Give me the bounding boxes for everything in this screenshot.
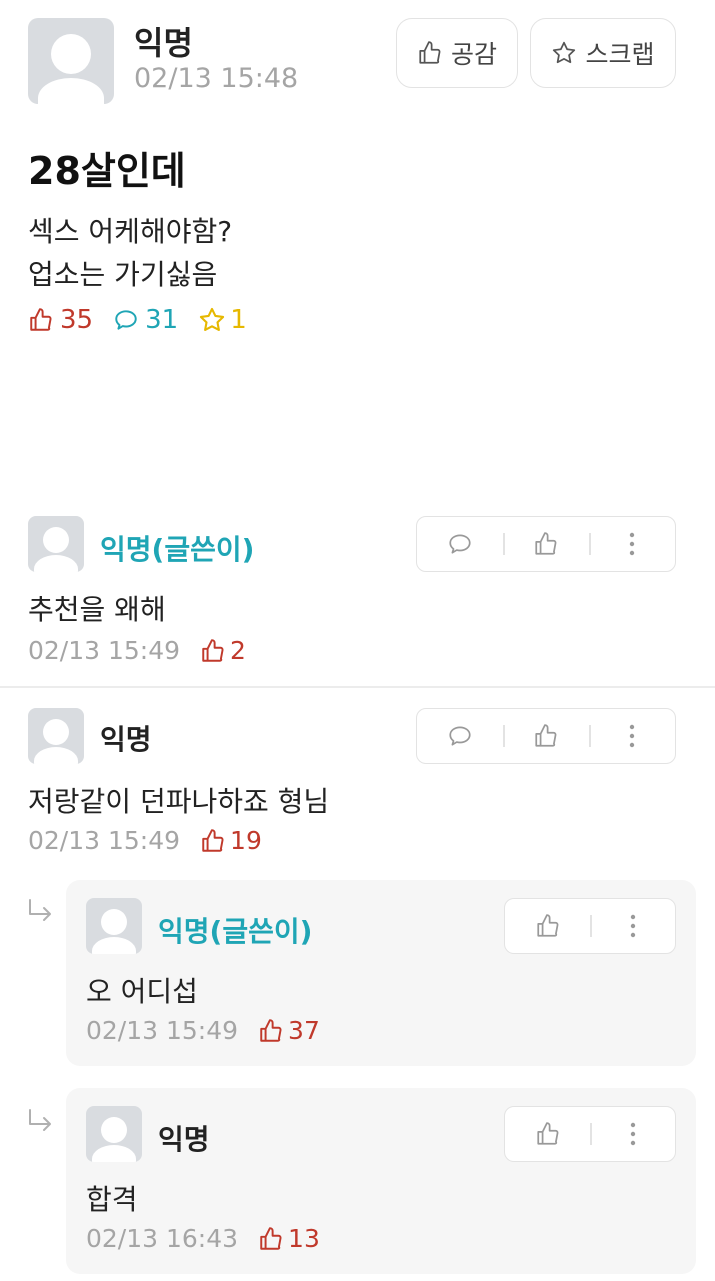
post-body-line-1: 섹스 어케해야함? xyxy=(28,215,233,248)
post-stats: 35 31 1 xyxy=(28,305,247,335)
post-scrap-count: 1 xyxy=(230,305,247,335)
reply-like-count: 37 xyxy=(288,1016,320,1045)
comment-timestamp: 02/13 15:49 xyxy=(28,636,181,665)
post-like-count: 35 xyxy=(60,305,94,335)
thumbs-up-icon xyxy=(536,914,558,937)
thumbs-up-icon xyxy=(260,1018,282,1042)
reply-more-button[interactable] xyxy=(590,899,675,953)
comment-meta: 02/13 15:49 19 xyxy=(28,826,262,855)
comment-avatar xyxy=(28,708,84,764)
thumbs-up-icon xyxy=(202,828,224,852)
speech-bubble-icon xyxy=(449,726,471,746)
reply-arrow-icon xyxy=(29,899,51,921)
comment-actions xyxy=(416,708,676,764)
comment-text: 추천을 왜해 xyxy=(28,593,166,626)
comment-reply-button[interactable] xyxy=(417,517,503,571)
post-scrap-button[interactable]: 스크랩 xyxy=(530,18,676,88)
thumbs-up-icon xyxy=(260,1226,282,1250)
reply-like-button[interactable] xyxy=(505,899,590,953)
comment-more-button[interactable] xyxy=(589,709,675,763)
comment-author: 익명(글쓴이) xyxy=(100,533,255,566)
comment-text: 저랑같이 던파나하죠 형님 xyxy=(28,785,330,818)
thumbs-up-icon xyxy=(202,638,224,662)
reply-author: 익명(글쓴이) xyxy=(158,915,313,948)
post-author: 익명 xyxy=(134,24,193,62)
reply-like-count: 13 xyxy=(288,1224,320,1253)
post-title: 28살인데 xyxy=(28,149,186,193)
reply-actions xyxy=(504,898,676,954)
reply-timestamp: 02/13 15:49 xyxy=(86,1016,239,1045)
thumbs-up-icon xyxy=(535,724,557,747)
comment-avatar xyxy=(28,516,84,572)
vertical-dots-icon xyxy=(629,532,635,556)
comment-divider xyxy=(0,686,715,688)
vertical-dots-icon xyxy=(630,914,635,938)
reply-container: 익명 합격 02/13 16:43 13 xyxy=(66,1088,696,1274)
reply-likes: 37 xyxy=(258,1016,320,1045)
comment-author: 익명 xyxy=(100,723,152,756)
post-comment-count: 31 xyxy=(145,305,179,335)
reply-more-button[interactable] xyxy=(590,1107,675,1161)
post-avatar xyxy=(28,18,114,104)
post-like-button[interactable]: 공감 xyxy=(396,18,518,88)
speech-bubble-icon xyxy=(449,534,471,554)
star-icon xyxy=(200,307,225,331)
comment-meta: 02/13 15:49 2 xyxy=(28,636,246,665)
comment-like-button[interactable] xyxy=(503,709,589,763)
comment-like-button[interactable] xyxy=(503,517,589,571)
reply-meta: 02/13 15:49 37 xyxy=(86,1016,320,1045)
post-like-label: 공감 xyxy=(450,40,497,69)
reply-text: 합격 xyxy=(86,1183,138,1216)
reply-container: 익명(글쓴이) 오 어디섭 02/13 15:49 37 xyxy=(66,880,696,1066)
speech-bubble-icon xyxy=(115,310,137,330)
vertical-dots-icon xyxy=(629,724,635,748)
comment-like-count: 19 xyxy=(230,826,262,855)
comment-more-button[interactable] xyxy=(589,517,675,571)
vertical-dots-icon xyxy=(630,1122,635,1146)
thumbs-up-icon xyxy=(536,1122,558,1145)
reply-author: 익명 xyxy=(158,1123,210,1156)
comment-reply-button[interactable] xyxy=(417,709,503,763)
comment-likes: 2 xyxy=(200,636,246,665)
reply-avatar xyxy=(86,898,142,954)
reply-actions xyxy=(504,1106,676,1162)
reply-like-button[interactable] xyxy=(505,1107,590,1161)
comment-actions xyxy=(416,516,676,572)
star-icon xyxy=(553,41,576,64)
reply-avatar xyxy=(86,1106,142,1162)
comment-likes: 19 xyxy=(200,826,262,855)
thumbs-up-icon xyxy=(419,41,441,64)
reply-likes: 13 xyxy=(258,1224,320,1253)
reply-meta: 02/13 16:43 13 xyxy=(86,1224,320,1253)
thumbs-up-icon xyxy=(535,532,557,555)
comment-timestamp: 02/13 15:49 xyxy=(28,826,181,855)
reply-timestamp: 02/13 16:43 xyxy=(86,1224,239,1253)
post-body-line-2: 업소는 가기싫음 xyxy=(28,258,218,291)
thumbs-up-icon xyxy=(30,308,52,331)
comment-like-count: 2 xyxy=(230,636,246,665)
post-scrap-label: 스크랩 xyxy=(585,40,655,69)
reply-arrow-icon xyxy=(29,1109,51,1131)
reply-text: 오 어디섭 xyxy=(86,975,198,1008)
post-timestamp: 02/13 15:48 xyxy=(134,63,299,94)
